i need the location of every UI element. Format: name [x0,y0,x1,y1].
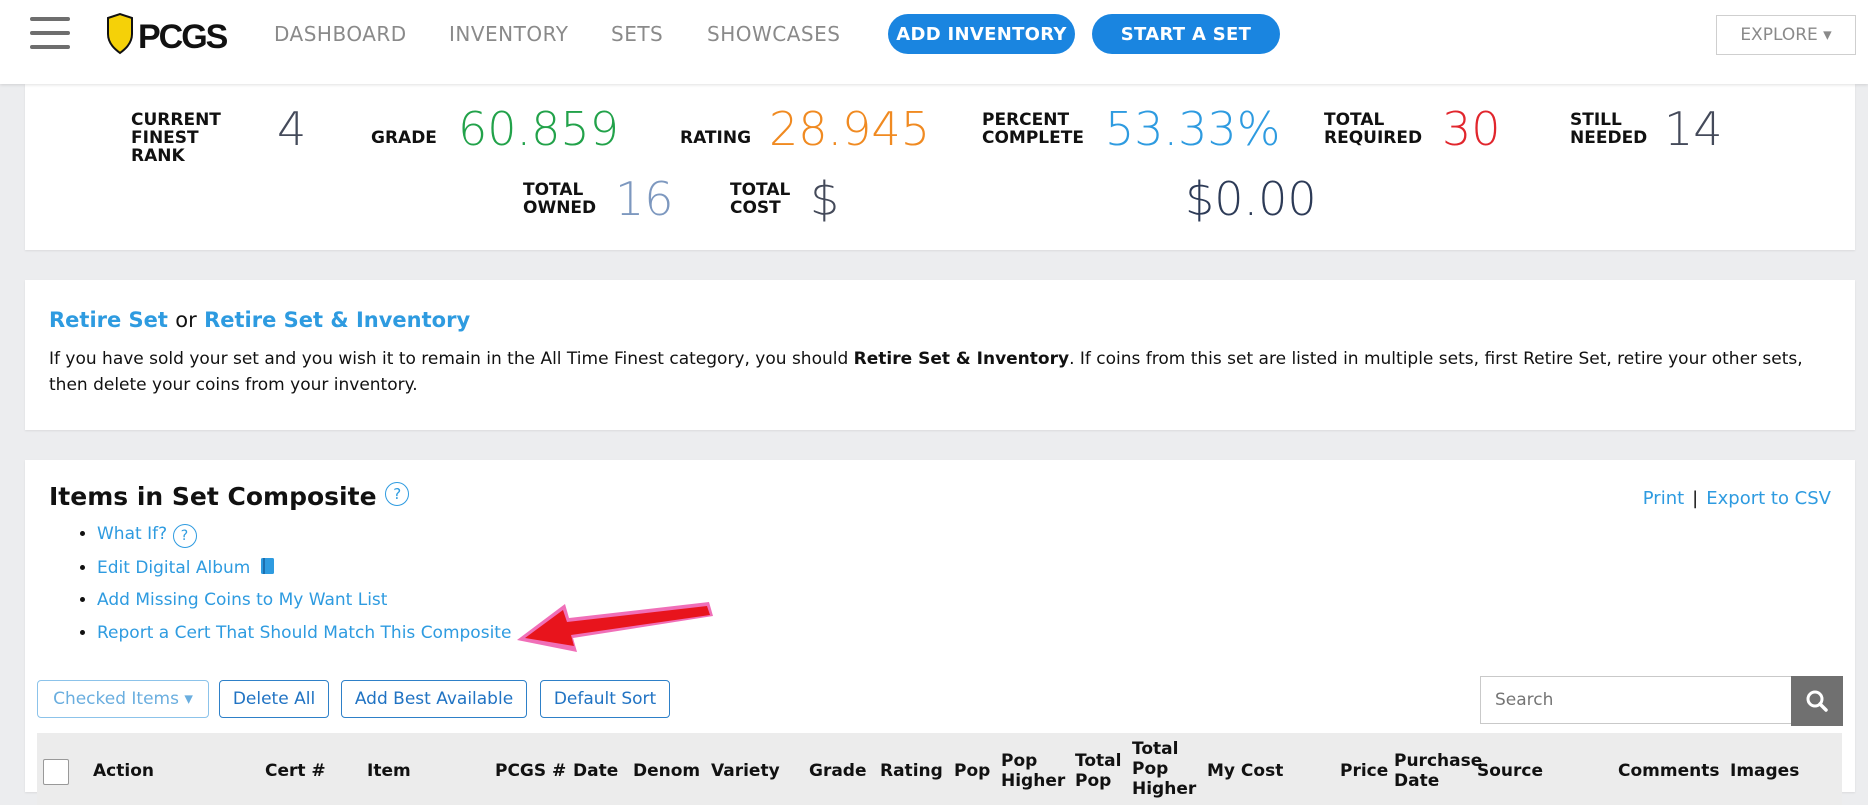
finest-rank-label: CURRENT FINEST RANK [131,110,221,166]
list-item: Add Missing Coins to My Want List [97,590,511,623]
retire-or-text: or [175,308,197,332]
total-cost-label: TOTAL COST [730,180,791,218]
retire-set-inventory-link[interactable]: Retire Set & Inventory [204,308,470,332]
col-total-pop-higher[interactable]: Total Pop Higher [1132,739,1196,799]
select-all-checkbox[interactable] [43,759,69,785]
nav-sets[interactable]: SETS [611,22,663,46]
list-item: Report a Cert That Should Match This Com… [97,623,511,656]
retire-set-panel: Retire Set or Retire Set & Inventory If … [25,280,1855,430]
export-csv-link[interactable]: Export to CSV [1706,488,1831,509]
explore-dropdown[interactable]: EXPLORE ▾ [1716,15,1856,55]
col-item[interactable]: Item [367,761,411,781]
col-denom[interactable]: Denom [633,761,700,781]
col-rating[interactable]: Rating [880,761,943,781]
hamburger-menu-icon[interactable] [30,17,70,51]
col-source[interactable]: Source [1477,761,1543,781]
total-required-label: TOTAL REQUIRED [1324,110,1423,148]
col-cert[interactable]: Cert # [265,761,326,781]
list-item: What If? ? [97,524,511,557]
col-grade[interactable]: Grade [809,761,867,781]
col-pop-higher[interactable]: Pop Higher [1001,751,1065,791]
items-panel: Items in Set Composite ? Print | Export to… [25,460,1855,805]
what-if-help-icon[interactable]: ? [172,524,197,548]
percent-complete-label: PERCENT COMPLETE [982,110,1084,148]
col-comments[interactable]: Comments [1618,761,1719,781]
annotation-arrow-icon [513,588,715,656]
col-total-pop[interactable]: Total Pop [1075,751,1125,791]
list-item: Edit Digital Album [97,557,511,590]
table-header: Action Cert # Item PCGS # Date Denom Var… [37,733,1842,805]
items-actions-list: What If? ? Edit Digital Album Add Missin… [75,524,511,656]
rating-value: 28.945 [769,102,930,156]
nav-dashboard[interactable]: DASHBOARD [274,22,407,46]
add-inventory-button[interactable]: ADD INVENTORY [888,14,1075,54]
start-a-set-button[interactable]: START A SET [1092,14,1280,54]
col-purchase-date[interactable]: Purchase Date [1394,751,1484,791]
col-my-cost[interactable]: My Cost [1207,761,1283,781]
retire-text-bold: Retire Set & Inventory [853,349,1070,369]
items-toolbar-links: Print | Export to CSV [1643,488,1831,509]
total-required-value: 30 [1442,102,1501,156]
search-bar [1480,676,1843,726]
percent-complete-value: 53.33% [1105,102,1281,156]
retire-title: Retire Set or Retire Set & Inventory [49,308,470,332]
album-book-icon [260,557,276,580]
still-needed-value: 14 [1664,102,1723,156]
default-sort-button[interactable]: Default Sort [540,680,670,718]
retire-text-before: If you have sold your set and you wish i… [49,349,854,369]
col-pop[interactable]: Pop [954,761,990,781]
top-navigation-bar: PCGS DASHBOARD INVENTORY SETS SHOWCASES … [0,0,1868,84]
checked-items-dropdown[interactable]: Checked Items ▾ [37,680,209,718]
what-if-link[interactable]: What If? [97,524,167,544]
col-pcgs[interactable]: PCGS # [495,761,566,781]
edit-digital-album-link[interactable]: Edit Digital Album [97,558,250,578]
rating-label: RATING [680,128,752,148]
col-images[interactable]: Images [1730,761,1799,781]
retire-set-link[interactable]: Retire Set [49,308,168,332]
grade-value: 60.859 [458,102,619,156]
grade-label: GRADE [371,128,437,148]
link-separator: | [1692,488,1699,509]
col-action[interactable]: Action [93,761,154,781]
col-variety[interactable]: Variety [711,761,780,781]
set-stats-panel: CURRENT FINEST RANK 4 GRADE 60.859 RATIN… [25,84,1855,250]
search-input[interactable] [1480,676,1792,724]
total-cost-dollar-sign: $ [810,172,840,226]
svg-text:PCGS: PCGS [138,18,228,56]
items-title: Items in Set Composite ? [49,482,410,511]
print-link[interactable]: Print [1643,488,1684,509]
total-owned-label: TOTAL OWNED [523,180,597,218]
col-date[interactable]: Date [573,761,618,781]
add-best-available-button[interactable]: Add Best Available [341,680,527,718]
finest-rank-value: 4 [277,102,307,156]
delete-all-button[interactable]: Delete All [219,680,329,718]
pcgs-logo[interactable]: PCGS [104,12,230,56]
report-cert-link[interactable]: Report a Cert That Should Match This Com… [97,623,511,643]
items-title-text: Items in Set Composite [49,482,377,511]
total-owned-value: 16 [615,172,674,226]
search-icon[interactable] [1791,676,1843,726]
help-icon[interactable]: ? [385,482,410,506]
still-needed-label: STILL NEEDED [1570,110,1648,148]
nav-showcases[interactable]: SHOWCASES [707,22,840,46]
retire-description: If you have sold your set and you wish i… [49,346,1829,398]
add-missing-coins-link[interactable]: Add Missing Coins to My Want List [97,590,387,610]
col-price[interactable]: Price [1340,761,1388,781]
total-cost-value: $0.00 [1185,172,1317,226]
nav-inventory[interactable]: INVENTORY [449,22,568,46]
